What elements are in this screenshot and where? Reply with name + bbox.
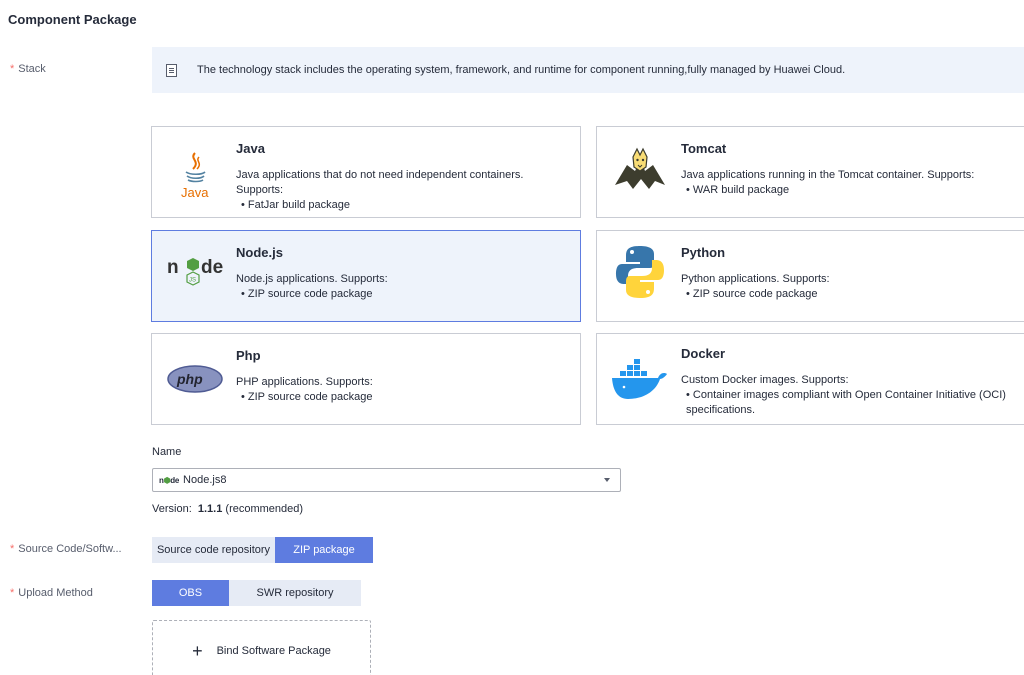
card-desc: PHP applications. Supports: • ZIP source… bbox=[236, 376, 373, 403]
bind-software-package-button[interactable]: + Bind Software Package bbox=[152, 620, 371, 675]
required-marker: * bbox=[10, 587, 15, 599]
source-option-zip[interactable]: ZIP package bbox=[275, 537, 373, 563]
chevron-down-icon bbox=[604, 478, 610, 482]
stack-card-nodejs[interactable]: n de JS Node.js Node.js applications. Su… bbox=[151, 230, 581, 322]
bind-button-label: Bind Software Package bbox=[216, 645, 331, 657]
svg-text:JS: JS bbox=[189, 278, 196, 284]
card-desc: Node.js applications. Supports: • ZIP so… bbox=[236, 273, 388, 300]
stack-card-tomcat[interactable]: Tomcat Java applications running in the … bbox=[596, 126, 1024, 218]
info-banner: The technology stack includes the operat… bbox=[152, 47, 1024, 93]
java-logo-icon: Java bbox=[164, 149, 226, 199]
upload-option-obs[interactable]: OBS bbox=[152, 580, 229, 606]
card-desc: Java applications that do not need indep… bbox=[236, 169, 524, 211]
card-name: Python bbox=[681, 245, 726, 260]
source-segmented-control: Source code repository ZIP package bbox=[152, 537, 373, 563]
name-select-value: Node.js8 bbox=[183, 474, 227, 486]
python-logo-icon bbox=[609, 246, 671, 298]
name-label: Name bbox=[152, 446, 182, 458]
upload-segmented-control: OBS SWR repository bbox=[152, 580, 361, 606]
card-name: Java bbox=[236, 141, 265, 156]
card-desc: Python applications. Supports: • ZIP sou… bbox=[681, 273, 830, 300]
stack-card-php[interactable]: php Php PHP applications. Supports: • ZI… bbox=[151, 333, 581, 425]
nodejs-logo-icon: n de JS bbox=[164, 247, 226, 297]
source-label: * Source Code/Softw... bbox=[10, 543, 122, 555]
card-name: Node.js bbox=[236, 245, 283, 260]
nodejs-mini-icon: n⬢de bbox=[159, 475, 180, 485]
version-number: 1.1.1 bbox=[197, 503, 223, 515]
card-name: Docker bbox=[681, 346, 726, 361]
card-desc: Java applications running in the Tomcat … bbox=[681, 169, 975, 196]
document-icon bbox=[166, 63, 177, 77]
card-name: Php bbox=[236, 348, 261, 363]
version-text: Version: 1.1.1 (recommended) bbox=[152, 503, 304, 515]
upload-method-label: * Upload Method bbox=[10, 587, 93, 599]
upload-option-swr[interactable]: SWR repository bbox=[229, 580, 361, 606]
name-select[interactable]: n⬢de Node.js8 bbox=[152, 468, 621, 492]
php-logo-icon: php bbox=[164, 354, 226, 404]
svg-text:de: de bbox=[201, 257, 223, 278]
svg-text:php: php bbox=[176, 371, 203, 387]
stack-label: * Stack bbox=[10, 63, 46, 75]
card-name: Tomcat bbox=[681, 141, 727, 156]
source-option-repository[interactable]: Source code repository bbox=[152, 537, 275, 563]
card-desc: Custom Docker images. Supports: • Contai… bbox=[681, 374, 1006, 416]
docker-logo-icon bbox=[609, 354, 671, 404]
info-text: The technology stack includes the operat… bbox=[197, 64, 846, 76]
plus-icon: + bbox=[192, 641, 203, 661]
stack-card-java[interactable]: Java Java Java applications that do not … bbox=[151, 126, 581, 218]
svg-text:n: n bbox=[167, 257, 179, 278]
svg-text:Java: Java bbox=[181, 185, 209, 199]
stack-card-python[interactable]: Python Python applications. Supports: • … bbox=[596, 230, 1024, 322]
required-marker: * bbox=[10, 543, 15, 555]
required-marker: * bbox=[10, 63, 15, 75]
tomcat-logo-icon bbox=[609, 145, 671, 195]
section-title: Component Package bbox=[8, 12, 137, 27]
stack-card-docker[interactable]: Docker Custom Docker images. Supports: •… bbox=[596, 333, 1024, 425]
